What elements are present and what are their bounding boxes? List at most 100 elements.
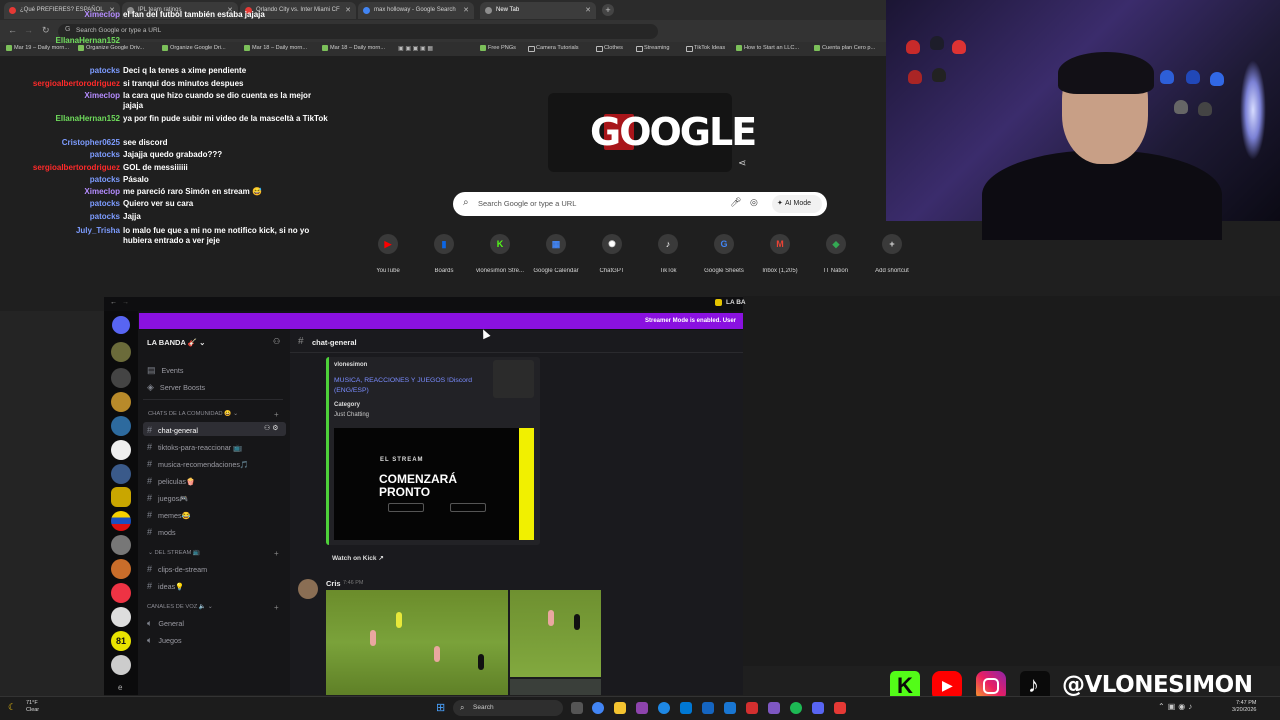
shortcut-label: Inbox (1,205) — [762, 268, 798, 274]
watch-on-kick-button[interactable]: Watch on Kick ↗ — [332, 554, 384, 562]
bookmark-item[interactable]: Cuenta plan Cero p... — [814, 45, 875, 51]
channel-item[interactable]: # mods — [147, 527, 176, 537]
shortcut-tile[interactable]: ◆ IT Nation — [808, 234, 864, 274]
shortcut-tile[interactable]: ▮ Boards — [416, 234, 472, 274]
ai-mode-button[interactable]: ✦ AI Mode — [772, 195, 822, 213]
category-voice[interactable]: CANALES DE VOZ 🔈 ⌄ — [147, 604, 213, 610]
channel-settings-icon[interactable]: ⚇ ⚙ — [264, 424, 279, 432]
shortcut-tile[interactable]: M Inbox (1,205) — [752, 234, 808, 274]
bookmark-folder[interactable]: Clothes — [596, 45, 623, 52]
attachment-image[interactable] — [510, 590, 601, 677]
chrome-icon[interactable] — [592, 702, 604, 714]
spotify-icon[interactable] — [790, 702, 802, 714]
windows-start-icon[interactable]: ⊞ — [436, 701, 445, 714]
share-icon[interactable]: ⋖ — [738, 158, 746, 169]
embed-title-link[interactable]: MUSICA, REACCIONES Y JUEGOS !Discord (EN… — [334, 376, 484, 396]
server-icon[interactable] — [111, 392, 131, 412]
embed-author[interactable]: vlonesimon — [334, 362, 367, 368]
taskbar-search[interactable]: ⌕ Search — [453, 700, 563, 716]
bookmark-item[interactable]: How to Start an LLC... — [736, 45, 799, 51]
bookmark-item[interactable]: Free PNGs — [480, 45, 516, 51]
shortcut-tile[interactable]: Kvlonesimon Stre... — [472, 234, 528, 274]
weather-icon[interactable]: ☾ — [8, 702, 16, 713]
server-icon[interactable] — [111, 559, 131, 579]
channel-item[interactable]: # tiktoks-para-reaccionar 📺 — [147, 442, 242, 452]
back-icon[interactable]: ← — [110, 299, 117, 306]
store-icon[interactable] — [724, 702, 736, 714]
invite-icon[interactable]: ⚇ — [273, 337, 280, 346]
channel-item[interactable]: # musica-recomendaciones🎵 — [147, 459, 249, 469]
app-icon[interactable] — [768, 702, 780, 714]
category-stream[interactable]: ⌄ DEL STREAM 📺 — [148, 550, 200, 556]
server-icon[interactable] — [111, 368, 131, 388]
calendar-icon: ▤ — [147, 365, 156, 375]
bookmark-folder[interactable]: Camera Tutorials — [528, 45, 579, 52]
close-icon[interactable]: ✕ — [345, 6, 351, 14]
add-channel-icon[interactable]: + — [274, 603, 279, 612]
attachment-image[interactable] — [326, 590, 508, 695]
shortcut-tile[interactable]: ✺ ChatGPT — [584, 234, 640, 274]
add-channel-icon[interactable]: + — [274, 549, 279, 558]
message-author[interactable]: Cris — [326, 579, 341, 588]
explore-icon[interactable]: e — [118, 683, 122, 692]
new-tab-button[interactable]: + — [602, 4, 614, 16]
server-icon[interactable] — [111, 607, 131, 627]
channel-item[interactable]: # ideas💡 — [147, 581, 184, 591]
file-explorer-icon[interactable] — [614, 702, 626, 714]
shortcut-tile[interactable]: ♪ TikTok — [640, 234, 696, 274]
channel-item[interactable]: 🔈︎ Juegos — [147, 635, 182, 646]
app-icon[interactable] — [746, 702, 758, 714]
add-channel-icon[interactable]: + — [274, 410, 279, 419]
server-icon[interactable] — [111, 464, 131, 484]
browser-tab[interactable]: max holloway - Google Search ✕ — [358, 2, 474, 19]
server-icon[interactable]: 81 — [111, 631, 131, 651]
embed-thumbnail[interactable] — [493, 360, 534, 398]
shortcut-tile[interactable]: ▦ Google Calendar — [528, 234, 584, 274]
channel-item[interactable]: # memes😂 — [147, 510, 191, 520]
shortcut-tile[interactable]: G Google Sheets — [696, 234, 752, 274]
weather-widget[interactable]: 71°F Clear — [26, 700, 39, 714]
app-icon[interactable] — [834, 702, 846, 714]
category-community[interactable]: CHATS DE LA COMUNIDAD 😀 ⌄ — [148, 411, 238, 417]
cap-decor — [930, 36, 944, 50]
edge-icon[interactable] — [658, 702, 670, 714]
taskbar-clock[interactable]: 7:47 PM 3/20/2026 — [1232, 700, 1256, 714]
server-icon[interactable] — [111, 440, 131, 460]
server-icon[interactable] — [111, 511, 131, 531]
server-icon[interactable] — [111, 416, 131, 436]
microphone-icon[interactable]: 🎤︎ — [730, 197, 741, 208]
channel-item[interactable]: # juegos🎮 — [147, 493, 188, 503]
shortcut-tile[interactable]: ▶ YouTube — [360, 234, 416, 274]
task-view-icon[interactable] — [571, 702, 583, 714]
discord-home-icon[interactable] — [112, 316, 130, 334]
channel-item[interactable]: # chat-general — [147, 425, 198, 435]
lens-icon[interactable]: ◎ — [750, 197, 758, 208]
channel-item[interactable]: 🔈︎ General — [147, 618, 184, 629]
close-icon[interactable]: ✕ — [585, 6, 591, 14]
server-name[interactable]: LA BANDA 🎸 ⌄ — [147, 338, 205, 347]
server-icon[interactable] — [111, 655, 131, 675]
server-icon[interactable] — [111, 342, 131, 362]
sidebar-server-boosts[interactable]: ◈ Server Boosts — [147, 382, 205, 393]
channel-item[interactable]: # peliculas🍿 — [147, 476, 195, 486]
outlook-icon[interactable] — [680, 702, 692, 714]
browser-tab-active[interactable]: New Tab ✕ — [480, 2, 596, 19]
server-icon[interactable] — [111, 535, 131, 555]
server-icon[interactable] — [111, 583, 131, 603]
bookmark-icons[interactable]: ▣ ▣ ▣ ▣ ▦ — [398, 45, 433, 52]
server-icon-active[interactable] — [111, 487, 131, 507]
bookmark-folder[interactable]: Streaming — [636, 45, 670, 52]
avatar[interactable] — [298, 579, 318, 599]
sidebar-events[interactable]: ▤ Events — [147, 365, 184, 376]
word-icon[interactable] — [702, 702, 714, 714]
channel-item[interactable]: # clips-de-stream — [147, 564, 207, 574]
cap-decor — [1160, 70, 1174, 84]
close-icon[interactable]: ✕ — [463, 6, 469, 14]
copilot-icon[interactable] — [636, 702, 648, 714]
discord-icon[interactable] — [812, 702, 824, 714]
system-tray-icons[interactable]: ⌃▣◉♪ — [1158, 702, 1195, 711]
bookmark-folder[interactable]: TikTok Ideas — [686, 45, 725, 52]
attachment-image[interactable] — [510, 679, 601, 695]
forward-icon[interactable]: → — [122, 299, 129, 306]
shortcut-tile[interactable]: + Add shortcut — [864, 234, 920, 274]
